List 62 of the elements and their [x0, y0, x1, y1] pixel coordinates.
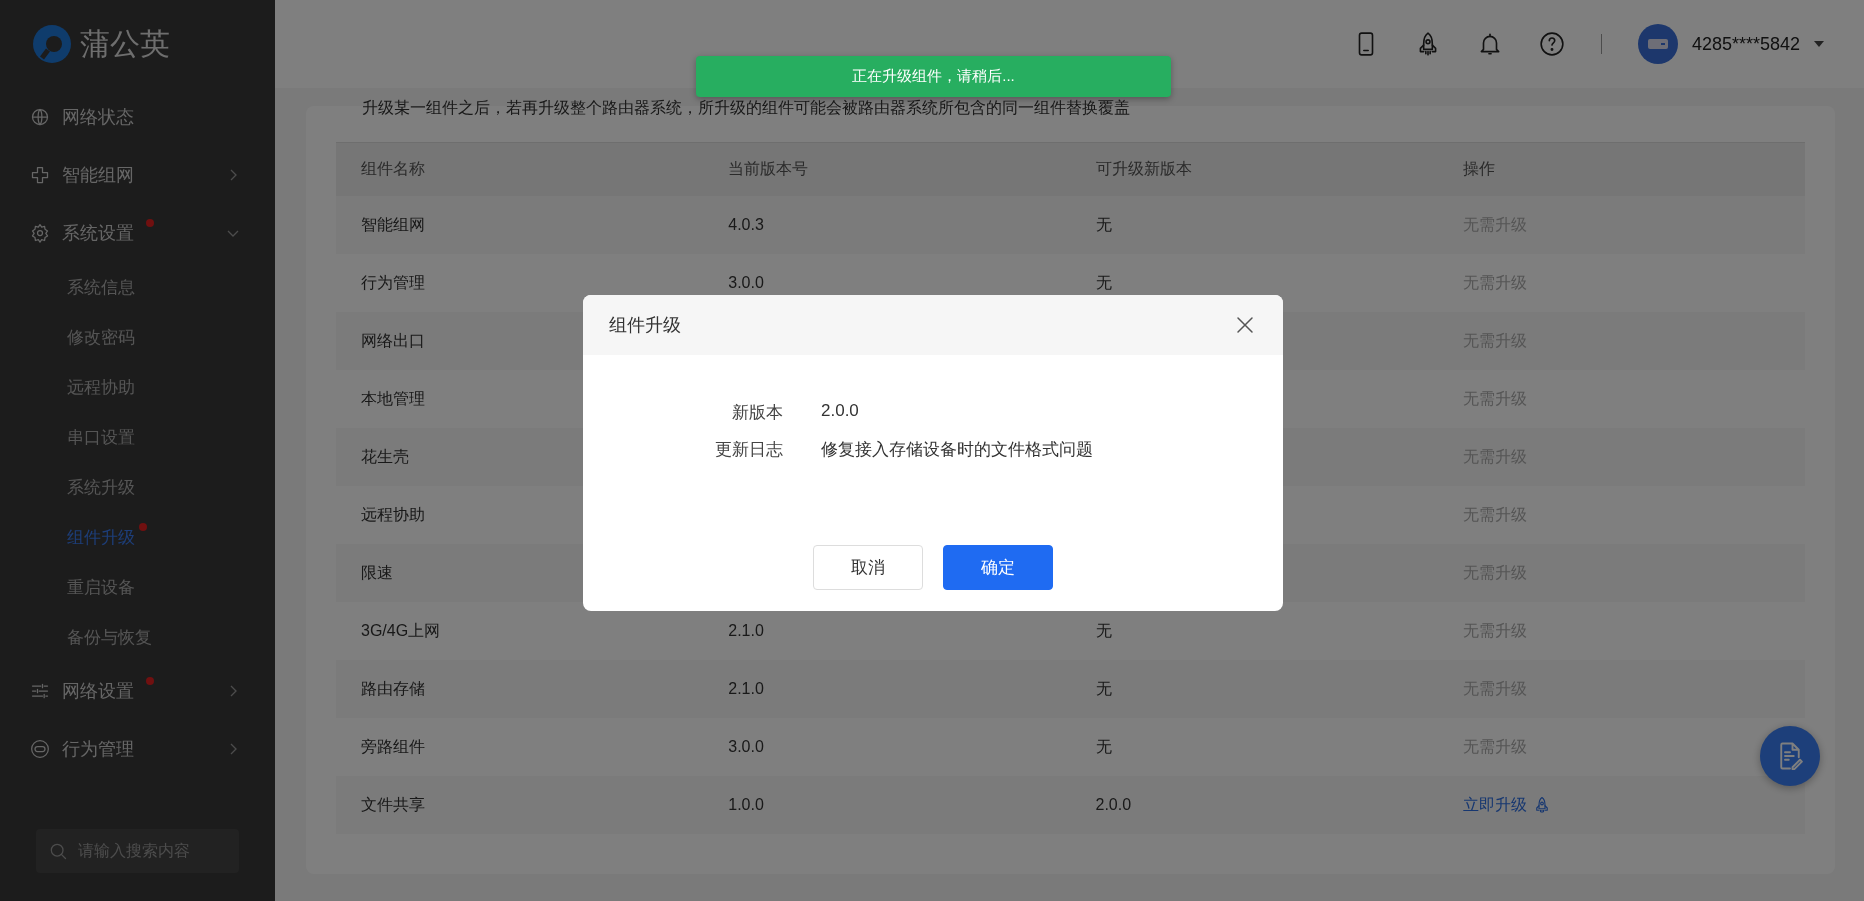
logo-text: 蒲公英 — [80, 25, 170, 62]
table-cell-text: 2.0.0 — [1094, 796, 1133, 814]
field-value: 修复接入存储设备时的文件格式问题 — [821, 439, 1094, 461]
field-label: 更新日志 — [714, 439, 783, 461]
account-menu[interactable]: 4285****5842 — [1637, 24, 1824, 64]
submenu-item[interactable]: 修改密码 — [0, 312, 275, 362]
globe-icon — [30, 107, 50, 127]
help-icon — [1538, 31, 1565, 57]
table-cell-text: 无 — [1094, 620, 1113, 641]
column-header: 操作 — [1461, 159, 1496, 179]
cancel-button[interactable]: 取消 — [813, 545, 923, 590]
table-cell-text: 网络出口 — [360, 330, 426, 351]
column-header: 组件名称 — [360, 159, 426, 179]
table-cell-text: 远程协助 — [360, 504, 426, 525]
table-cell-text: 文件共享 — [360, 794, 426, 815]
menu-item[interactable]: 智能组网 — [0, 146, 275, 204]
table-cell-text: 3.0.0 — [727, 274, 765, 292]
notice-text: 升级某一组件之后，若再升级整个路由器系统，所升级的组件可能会被路由器系统所包含的同一组件替换覆盖 — [361, 98, 1131, 118]
router-avatar — [1637, 24, 1678, 64]
table-cell-text: 无 — [1094, 736, 1113, 757]
submenu-item[interactable]: 重启设备 — [0, 562, 275, 612]
table-cell-text: 3.0.0 — [727, 738, 765, 756]
sliders-icon — [30, 681, 50, 701]
toggle-icon — [30, 739, 50, 759]
column-header: 可升级新版本 — [1094, 159, 1193, 179]
table-cell-text: 限速 — [360, 562, 394, 583]
dialog-title: 组件升级 — [609, 314, 681, 337]
confirm-button[interactable]: 确定 — [943, 545, 1053, 590]
table-cell-text: 旁路组件 — [360, 736, 426, 757]
submenu-item[interactable]: 串口设置 — [0, 412, 275, 462]
submenu-item[interactable]: 系统升级 — [0, 462, 275, 512]
network-icon — [30, 165, 50, 185]
submenu-item[interactable]: 备份与恢复 — [0, 612, 275, 662]
submenu-item[interactable]: 远程协助 — [0, 362, 275, 412]
column-header: 当前版本号 — [727, 159, 810, 179]
table-cell-text: 无 — [1094, 678, 1113, 699]
menu-item[interactable]: 网络设置 — [0, 662, 275, 720]
caret-icon — [1814, 41, 1824, 47]
table-cell-text: 无 — [1094, 214, 1113, 235]
menu-item[interactable]: 网络状态 — [0, 88, 275, 146]
table-cell-text: 4.0.3 — [727, 216, 765, 234]
upgrade-link[interactable]: 立即升级 — [1462, 794, 1551, 816]
menu-item[interactable]: 行为管理 — [0, 720, 275, 778]
table-cell-text: 行为管理 — [360, 272, 426, 293]
table-cell-text: 1.0.0 — [727, 796, 765, 814]
table-cell-text: 路由存储 — [360, 678, 426, 699]
search-icon — [48, 841, 68, 861]
table-cell-text: 3G/4G上网 — [360, 620, 442, 641]
table-cell-text: 智能组网 — [360, 214, 426, 235]
gear-icon — [30, 223, 50, 243]
table-cell-text: 2.1.0 — [727, 622, 765, 640]
table-cell-text: 花生壳 — [360, 446, 410, 467]
table-cell-text: 2.1.0 — [727, 680, 765, 698]
submenu-item[interactable]: 组件升级 — [0, 512, 275, 562]
menu-item[interactable]: 系统设置 — [0, 204, 275, 262]
submenu-item[interactable]: 系统信息 — [0, 262, 275, 312]
table-cell-text: 本地管理 — [360, 388, 426, 409]
field-value: 2.0.0 — [821, 401, 860, 422]
logo-icon — [32, 24, 72, 64]
table-cell-text: 无 — [1094, 272, 1113, 293]
toast-message: 正在升级组件，请稍后... — [696, 56, 1171, 97]
field-label: 新版本 — [731, 402, 783, 424]
